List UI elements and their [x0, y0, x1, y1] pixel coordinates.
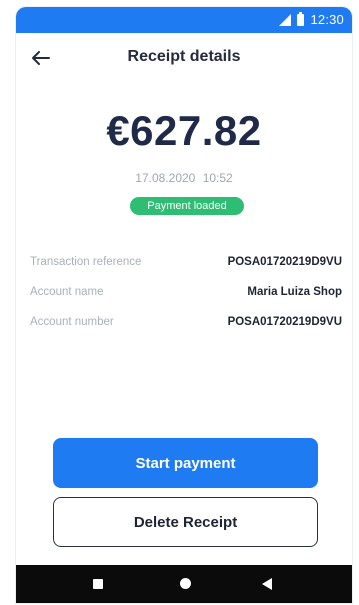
start-payment-button[interactable]: Start payment [53, 438, 318, 488]
detail-label: Account number [30, 316, 114, 328]
detail-label: Account name [30, 286, 104, 298]
status-bar: 12:30 [16, 7, 352, 33]
back-icon[interactable] [262, 578, 272, 590]
signal-icon [279, 13, 292, 26]
status-badge: Payment loaded [130, 197, 244, 215]
detail-row-account-name: Account name Maria Luiza Shop [30, 277, 342, 307]
receipt-details-list: Transaction reference POSA01720219D9VU A… [30, 247, 342, 337]
page-title: Receipt details [127, 48, 241, 65]
status-time: 12:30 [310, 12, 344, 27]
receipt-date: 17.08.2020 [135, 171, 196, 185]
battery-icon [297, 11, 305, 26]
delete-receipt-button[interactable]: Delete Receipt [53, 497, 318, 547]
detail-row-account-number: Account number POSA01720219D9VU [30, 307, 342, 337]
detail-value: POSA01720219D9VU [227, 256, 342, 268]
receipt-time: 10:52 [202, 171, 233, 185]
detail-row-transaction-reference: Transaction reference POSA01720219D9VU [30, 247, 342, 277]
detail-label: Transaction reference [30, 256, 142, 268]
home-icon[interactable] [180, 578, 191, 589]
receipt-amount: €627.82 [106, 107, 262, 154]
detail-value: Maria Luiza Shop [247, 286, 342, 298]
system-navigation-bar [16, 565, 352, 603]
phone-screen: 12:30 Receipt details €627.82 17.08.2020… [16, 7, 352, 603]
receipt-datetime: 17.08.2020 10:52 [16, 171, 352, 185]
status-icons: 12:30 [279, 11, 344, 27]
app-header: Receipt details [16, 33, 352, 83]
recents-icon[interactable] [93, 579, 103, 589]
detail-value: POSA01720219D9VU [227, 316, 342, 328]
